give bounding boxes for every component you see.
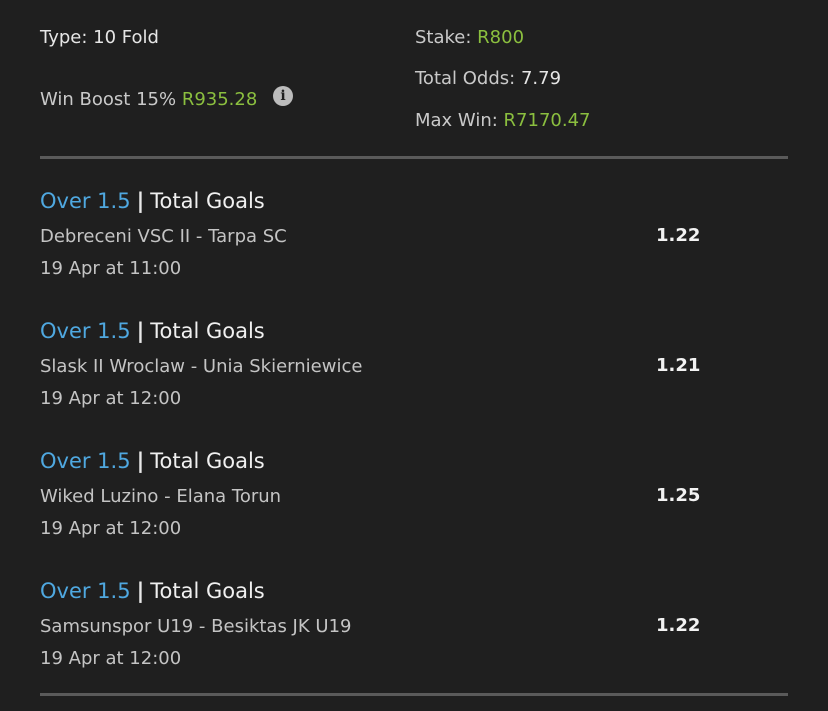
match-name: Samsunspor U19 - Besiktas JK U19	[40, 616, 352, 637]
selection-label: Over 1.5	[40, 189, 131, 213]
max-win: Max Win: R7170.47	[415, 110, 591, 131]
match-name: Debreceni VSC II - Tarpa SC	[40, 226, 287, 247]
leg-odds: 1.21	[656, 355, 701, 376]
divider-top	[40, 156, 788, 159]
bet-title: Over 1.5 | Total Goals	[40, 579, 265, 603]
leg-odds: 1.22	[656, 225, 701, 246]
bet-summary: Type: 10 Fold Win Boost 15% R935.28 i St…	[0, 0, 828, 160]
match-time: 19 Apr at 12:00	[40, 518, 182, 539]
market-label: Total Goals	[150, 579, 265, 603]
selection-label: Over 1.5	[40, 319, 131, 343]
match-time: 19 Apr at 12:00	[40, 388, 182, 409]
bet-leg[interactable]: Over 1.5 | Total Goals Debreceni VSC II - …	[0, 189, 828, 299]
bet-leg[interactable]: Over 1.5 | Total Goals Samsunspor U19 - Be…	[0, 579, 828, 689]
stake-label: Stake:	[415, 27, 472, 48]
info-icon[interactable]: i	[273, 86, 293, 106]
total-odds-value: 7.79	[520, 68, 562, 89]
bet-title: Over 1.5 | Total Goals	[40, 449, 265, 473]
divider-bottom	[40, 693, 788, 696]
market-label: Total Goals	[150, 319, 265, 343]
separator: |	[136, 449, 145, 473]
leg-odds: 1.22	[656, 615, 701, 636]
stake-value: R800	[477, 27, 525, 48]
win-boost-label: Win Boost 15%	[40, 89, 177, 110]
bet-leg[interactable]: Over 1.5 | Total Goals Wiked Luzino - Elan…	[0, 449, 828, 559]
leg-odds: 1.25	[656, 485, 701, 506]
stake: Stake: R800	[415, 27, 524, 48]
bet-type-label: Type: 10 Fold	[40, 27, 159, 48]
match-name: Slask II Wroclaw - Unia Skierniewice	[40, 356, 363, 377]
selection-label: Over 1.5	[40, 449, 131, 473]
bet-title: Over 1.5 | Total Goals	[40, 189, 265, 213]
match-time: 19 Apr at 12:00	[40, 648, 182, 669]
win-boost-value: R935.28	[181, 89, 258, 110]
match-time: 19 Apr at 11:00	[40, 258, 182, 279]
win-boost: Win Boost 15% R935.28	[40, 89, 257, 110]
separator: |	[136, 579, 145, 603]
match-name: Wiked Luzino - Elana Torun	[40, 486, 282, 507]
separator: |	[136, 189, 145, 213]
selection-label: Over 1.5	[40, 579, 131, 603]
total-odds: Total Odds: 7.79	[415, 68, 561, 89]
market-label: Total Goals	[150, 189, 265, 213]
bet-title: Over 1.5 | Total Goals	[40, 319, 265, 343]
separator: |	[136, 319, 145, 343]
max-win-value: R7170.47	[503, 110, 591, 131]
max-win-label: Max Win:	[415, 110, 498, 131]
bet-leg[interactable]: Over 1.5 | Total Goals Slask II Wroclaw - …	[0, 319, 828, 429]
market-label: Total Goals	[150, 449, 265, 473]
total-odds-label: Total Odds:	[415, 68, 516, 89]
